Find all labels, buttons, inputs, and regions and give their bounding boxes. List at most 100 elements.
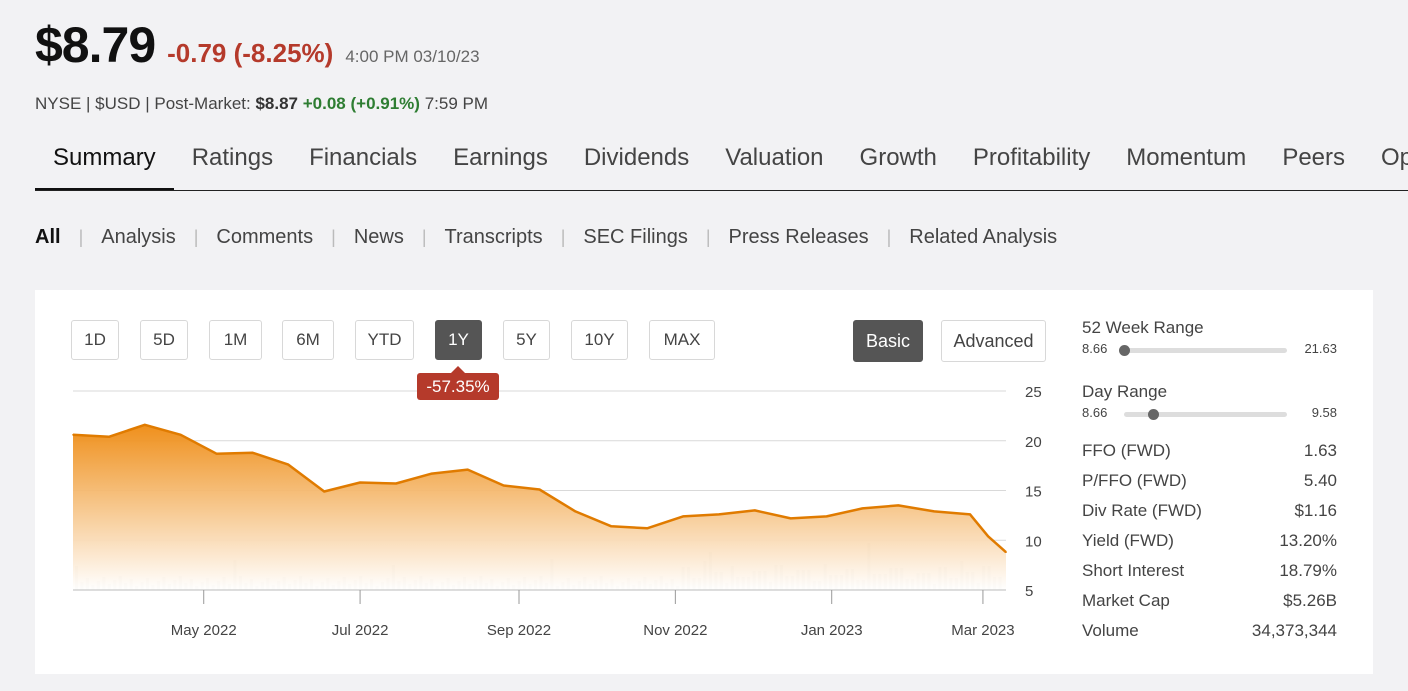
tab-earnings[interactable]: Earnings xyxy=(435,136,566,188)
price-point xyxy=(395,482,397,485)
quote-header: $8.79 -0.79 (-8.25%) 4:00 PM 03/10/23 xyxy=(35,16,480,74)
stat-label: Short Interest xyxy=(1082,561,1185,580)
stat-p-ffo: P/FFO (FWD) 5.40 xyxy=(1082,466,1337,496)
stat-label: Div Rate (FWD) xyxy=(1082,501,1202,520)
subtab-analysis[interactable]: Analysis xyxy=(101,226,175,249)
stat-value: $5.26B xyxy=(1283,591,1337,610)
range-max-button[interactable]: MAX xyxy=(649,320,715,360)
price-point xyxy=(754,509,756,512)
day-range-label: Day Range xyxy=(1082,382,1168,401)
stat-div-rate: Div Rate (FWD) $1.16 xyxy=(1082,496,1337,526)
stat-ffo: FFO (FWD) 1.63 xyxy=(1082,436,1337,466)
stat-label: P/FFO (FWD) xyxy=(1082,471,1187,490)
week52-high: 21.63 xyxy=(1304,341,1337,356)
price-point xyxy=(969,513,971,516)
y-tick-label: 10 xyxy=(1025,533,1042,550)
stat-market-cap: Market Cap $5.26B xyxy=(1082,586,1337,616)
tab-growth[interactable]: Growth xyxy=(842,136,955,188)
stat-yield: Yield (FWD) 13.20% xyxy=(1082,526,1337,556)
range-10y-button[interactable]: 10Y xyxy=(571,320,628,360)
separator: | xyxy=(78,227,84,247)
day-track xyxy=(1124,409,1287,420)
price-point xyxy=(538,488,541,491)
subtab-comments[interactable]: Comments xyxy=(216,226,313,249)
separator: | xyxy=(560,227,566,247)
x-tick-label: Jan 2023 xyxy=(801,622,863,639)
advanced-mode-button[interactable]: Advanced xyxy=(941,320,1046,362)
x-tick-label: Sep 2022 xyxy=(487,622,551,639)
y-tick-label: 25 xyxy=(1025,384,1042,401)
subtab-news[interactable]: News xyxy=(354,226,404,249)
price-point xyxy=(646,527,648,530)
week52-track xyxy=(1119,345,1287,356)
stat-label: FFO (FWD) xyxy=(1082,441,1171,460)
basic-mode-button[interactable]: Basic xyxy=(853,320,923,362)
stat-value: 5.40 xyxy=(1303,471,1337,490)
tab-profitability[interactable]: Profitability xyxy=(955,136,1108,188)
subtab-sec-filings[interactable]: SEC Filings xyxy=(583,226,687,249)
tab-peers[interactable]: Peers xyxy=(1264,136,1363,188)
price-point xyxy=(287,463,290,466)
range-5y-button[interactable]: 5Y xyxy=(503,320,550,360)
separator: | xyxy=(331,227,336,247)
day-high: 9.58 xyxy=(1311,405,1337,420)
separator: | xyxy=(886,227,892,247)
tab-options[interactable]: Options xyxy=(1363,136,1408,188)
tab-summary[interactable]: Summary xyxy=(35,136,174,190)
subtab-press-releases[interactable]: Press Releases xyxy=(729,226,869,249)
post-market-time: 7:59 PM xyxy=(424,94,488,113)
x-tick-label: May 2022 xyxy=(171,622,237,639)
tab-momentum[interactable]: Momentum xyxy=(1108,136,1264,188)
stat-value: 18.79% xyxy=(1279,561,1337,580)
separator: | xyxy=(193,227,199,247)
range-1y-button[interactable]: 1Y xyxy=(435,320,482,360)
y-tick-label: 20 xyxy=(1025,434,1042,451)
price-point xyxy=(718,513,720,516)
post-market-change: +0.08 (+0.91%) xyxy=(302,94,420,113)
range-1d-button[interactable]: 1D xyxy=(71,320,119,360)
tab-financials[interactable]: Financials xyxy=(291,136,435,188)
tab-valuation[interactable]: Valuation xyxy=(707,136,841,188)
price: $8.79 xyxy=(35,17,156,73)
stat-label: Yield (FWD) xyxy=(1082,531,1174,550)
range-6m-button[interactable]: 6M xyxy=(282,320,334,360)
price-point xyxy=(215,452,218,455)
y-tick-label: 15 xyxy=(1025,484,1042,501)
exchange-line: NYSE | $USD | Post-Market: xyxy=(35,94,251,113)
separator: | xyxy=(705,227,711,247)
price-point xyxy=(682,515,684,518)
price-point xyxy=(143,424,146,426)
stat-value: 13.20% xyxy=(1279,531,1337,550)
price-point xyxy=(897,504,900,507)
price-point xyxy=(933,510,936,513)
stat-volume: Volume 34,373,344 xyxy=(1082,616,1337,646)
day-marker xyxy=(1148,409,1160,420)
range-1m-button[interactable]: 1M xyxy=(209,320,262,360)
price-point xyxy=(502,484,505,487)
stat-value: 34,373,344 xyxy=(1251,621,1337,640)
subtab-all[interactable]: All xyxy=(35,226,61,249)
quote-time: 4:00 PM 03/10/23 xyxy=(345,47,480,66)
chart-panel: 25 20 15 10 5 May 2022 Jul 2022 Sep 2022 Nov 202… xyxy=(35,290,1373,674)
price-point xyxy=(861,507,864,510)
x-tick-label: Nov 2022 xyxy=(643,622,707,639)
x-tick-label: Mar 2023 xyxy=(951,622,1014,639)
tab-ratings[interactable]: Ratings xyxy=(174,136,291,188)
range-ytd-button[interactable]: YTD xyxy=(355,320,414,360)
day-low: 8.66 xyxy=(1082,405,1108,420)
price-point xyxy=(987,535,989,538)
tab-dividends[interactable]: Dividends xyxy=(566,136,707,188)
price-point xyxy=(825,515,828,518)
stat-label: Market Cap xyxy=(1082,591,1170,610)
price-point xyxy=(251,451,254,454)
price-point xyxy=(431,472,433,475)
main-tab-bar: Summary Ratings Financials Earnings Dividend… xyxy=(35,136,1408,191)
price-point xyxy=(179,433,182,436)
post-market-price: $8.87 xyxy=(255,94,299,113)
subtab-related-analysis[interactable]: Related Analysis xyxy=(909,226,1057,249)
range-5d-button[interactable]: 5D xyxy=(140,320,188,360)
price-point xyxy=(610,525,613,528)
stats-panel: 52 Week Range 8.66 21.63 Day Range 8.66 … xyxy=(1082,318,1337,646)
subtab-transcripts[interactable]: Transcripts xyxy=(445,226,543,249)
stat-value: 1.63 xyxy=(1303,441,1337,460)
